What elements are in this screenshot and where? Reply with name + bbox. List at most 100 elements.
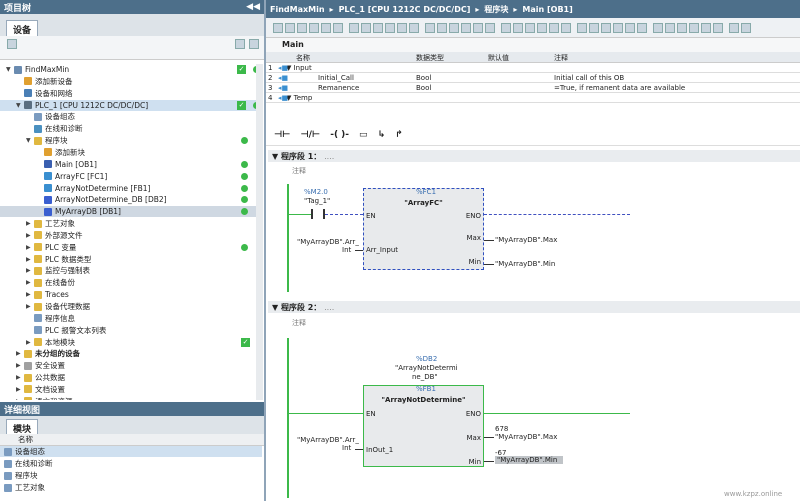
tree-item[interactable]: ▶ 未分组的设备 [0,348,262,359]
ladder-tool-button[interactable]: -( )- [330,130,349,140]
toolbar-button[interactable] [409,23,419,33]
expand-icon[interactable]: ▶ [26,339,34,346]
tree-item[interactable]: ArrayFC [FC1] [0,171,262,182]
expand-icon[interactable]: ▶ [16,350,24,357]
interface-row[interactable]: 1 ▼ Input ◂■ [266,64,800,73]
ladder-tool-button[interactable]: ⊣⊢ [274,130,290,140]
breadcrumb-item[interactable]: 程序块 [484,5,508,14]
toolbar-button[interactable] [425,23,435,33]
tree-item[interactable]: ▼ PLC_1 [CPU 1212C DC/DC/DC] ✓ [0,99,262,111]
detail-item[interactable]: 在线和诊断 [0,458,262,469]
fc-min-output[interactable]: "MyArrayDB".Min [495,260,555,268]
toolbar-button[interactable] [361,23,371,33]
toolbar-button[interactable] [501,23,511,33]
expand-icon[interactable]: ▶ [16,374,24,381]
detail-item[interactable]: 工艺对象 [0,482,262,493]
toolbar-button[interactable] [577,23,587,33]
expand-icon[interactable]: ▶ [26,267,34,274]
fc-input-arg[interactable]: "MyArrayDB".Arr_ [297,238,359,246]
toolbar-button[interactable] [321,23,331,33]
detail-item[interactable]: 设备组态 [0,446,262,457]
network-1-header[interactable]: ▼ 程序段 1： .... [268,150,800,162]
tree-item[interactable]: 设备和网络 [0,88,262,99]
tree-item[interactable]: ArrayNotDetermine [FB1] [0,183,262,194]
toolbar-button[interactable] [701,23,711,33]
toolbar-button[interactable] [741,23,751,33]
breadcrumb-item[interactable]: PLC_1 [CPU 1212C DC/DC/DC] [339,5,471,14]
interface-row[interactable]: 3 Remanence Bool =True, if remanent data ar… [266,84,800,93]
toolbar-button[interactable] [473,23,483,33]
tree-item[interactable]: ▶ 公共数据 [0,372,262,383]
toolbar-button[interactable] [513,23,523,33]
tree-item[interactable]: ▶ 本地模块 ✓ [0,337,262,348]
toolbar-button[interactable] [613,23,623,33]
toolbar-button[interactable] [485,23,495,33]
fb-max-output[interactable]: "MyArrayDB".Max [495,433,557,441]
expand-icon[interactable]: ▼ [6,66,14,73]
toolbar-button[interactable] [349,23,359,33]
toolbar-button[interactable] [297,23,307,33]
scrollbar[interactable] [256,64,263,400]
toolbar-button[interactable] [689,23,699,33]
toolbar-button[interactable] [273,23,283,33]
tree-item[interactable]: PLC 报警文本列表 [0,325,262,336]
network-2-header[interactable]: ▼ 程序段 2： .... [268,301,800,313]
tree-item[interactable]: ▶ 在线备份 [0,277,262,288]
no-contact[interactable] [311,209,325,219]
expand-icon[interactable]: ▶ [16,386,24,393]
fb-block[interactable]: %FB1 "ArrayNotDetermine" EN ENO InOut_1 … [363,385,484,467]
toolbar-button[interactable] [537,23,547,33]
tree-item[interactable]: ▶ Traces [0,289,262,300]
toolbar-button[interactable] [285,23,295,33]
toolbar-button[interactable] [589,23,599,33]
tree-item[interactable]: ▶ PLC 变量 [0,242,262,253]
expand-icon[interactable]: ▶ [26,291,34,298]
tree-item[interactable]: ▶ 安全设置 [0,360,262,371]
ladder-tool-button[interactable]: ↱ [395,130,403,140]
collapse-icon[interactable]: ◀◀ [246,2,260,12]
expand-icon[interactable]: ▶ [26,303,34,310]
toolbar-button[interactable] [729,23,739,33]
toolbar-button[interactable] [625,23,635,33]
tree-item[interactable]: 在线和诊断 [0,123,262,134]
tree-item[interactable]: ▶ 语言和资源 [0,396,262,400]
ladder-tool-button[interactable]: ↳ [378,130,386,140]
tree-item[interactable]: 设备组态 [0,111,262,122]
tree-item[interactable]: ▶ 外部源文件 [0,230,262,241]
tree-item[interactable]: ▼ FindMaxMin ✓ [0,64,262,75]
toolbar-button[interactable] [333,23,343,33]
instance-db-name[interactable]: "ArrayNotDetermi [395,364,458,372]
tree-item[interactable]: 添加新设备 [0,76,262,87]
grid-icon[interactable] [7,39,17,49]
fc-block[interactable]: %FC1 "ArrayFC" EN ENO Arr_Input Max Min [363,188,484,270]
tree-item[interactable]: ▶ 工艺对象 [0,218,262,229]
tree-item[interactable]: Main [OB1] [0,159,262,170]
toolbar-button[interactable] [525,23,535,33]
tree-item[interactable]: ArrayNotDetermine_DB [DB2] [0,194,262,205]
tree-item[interactable]: ▶ 设备代理数据 [0,301,262,312]
tree-item[interactable]: ▶ 监控与强制表 [0,265,262,276]
toolbar-button[interactable] [549,23,559,33]
detail-item[interactable]: 程序块 [0,470,262,481]
toolbar-button[interactable] [449,23,459,33]
tree-item[interactable]: ▶ 文档设置 [0,384,262,395]
toolbar-button[interactable] [561,23,571,33]
breadcrumb-item[interactable]: Main [OB1] [522,5,572,14]
expand-icon[interactable]: ▶ [16,398,24,400]
toolbar-button[interactable] [677,23,687,33]
expand-icon[interactable]: ▶ [26,244,34,251]
toolbar-button[interactable] [461,23,471,33]
expand-icon[interactable]: ▶ [26,220,34,227]
toolbar-button[interactable] [385,23,395,33]
toolbar-button[interactable] [397,23,407,33]
toolbar-button[interactable] [601,23,611,33]
toolbar-button[interactable] [653,23,663,33]
tree-item[interactable]: MyArrayDB [DB1] [0,206,262,218]
expand-icon[interactable]: ▶ [26,232,34,239]
toolbar-button[interactable] [309,23,319,33]
toolbar-button[interactable] [437,23,447,33]
toolbar-button[interactable] [373,23,383,33]
tree-item[interactable]: ▼ 程序块 [0,135,262,146]
fc-max-output[interactable]: "MyArrayDB".Max [495,236,557,244]
toolbar-button[interactable] [665,23,675,33]
